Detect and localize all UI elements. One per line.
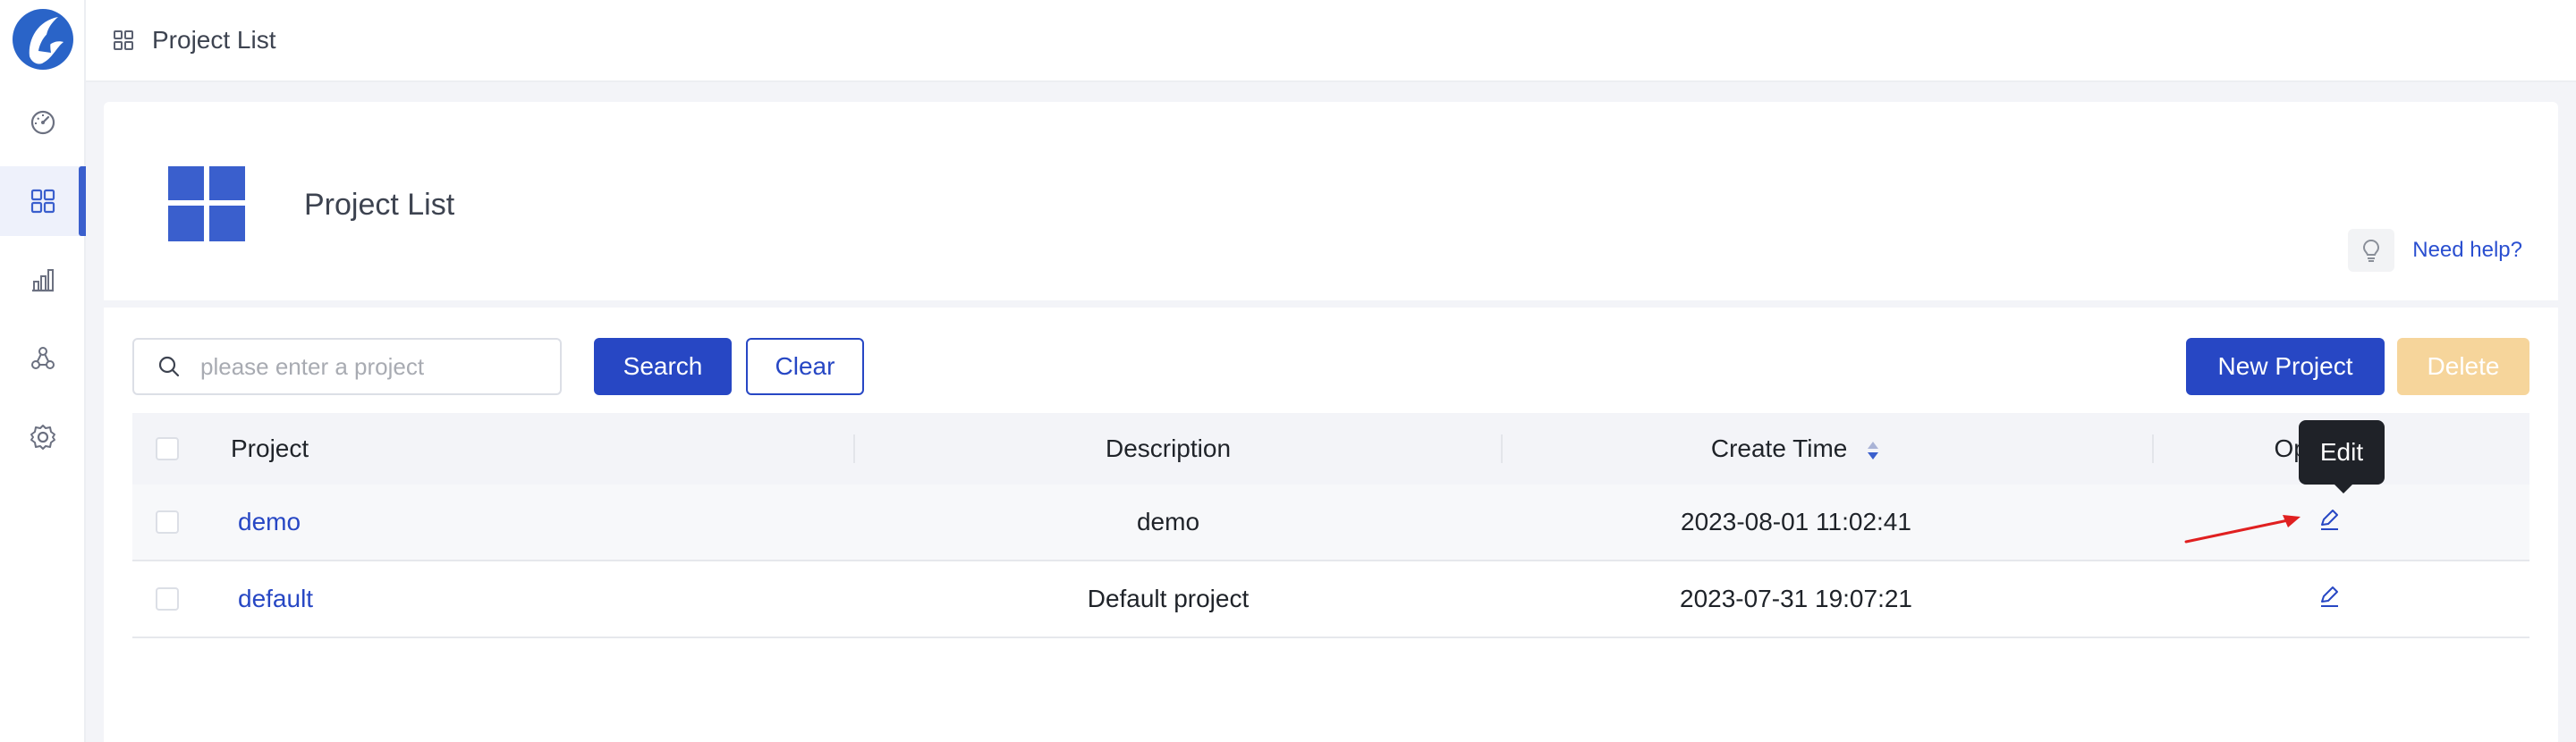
edit-icon <box>2321 586 2338 607</box>
column-header-create-time[interactable]: Create Time <box>1483 434 2109 463</box>
project-grid-icon <box>168 166 245 241</box>
clear-button[interactable]: Clear <box>746 338 864 395</box>
search-field[interactable] <box>132 338 562 395</box>
bar-chart-icon <box>32 269 54 292</box>
create-time-label: Create Time <box>1710 434 1848 462</box>
sidebar <box>0 0 86 742</box>
project-table: Project Description Create Time Operatio… <box>132 413 2529 638</box>
grid-icon <box>30 189 55 214</box>
page-header: Project List Need help? <box>104 102 2558 300</box>
project-create-time: 2023-08-01 11:02:41 <box>1681 508 1911 535</box>
project-description: demo <box>1136 508 1200 535</box>
need-help-link[interactable]: Need help? <box>2348 229 2522 272</box>
edit-tooltip: Edit <box>2299 420 2385 493</box>
sidebar-item-resources[interactable] <box>0 324 86 393</box>
topbar: Project List <box>86 0 2576 82</box>
edit-button[interactable] <box>2316 583 2343 610</box>
sort-icon[interactable] <box>1865 440 1881 461</box>
annotation-arrow-icon <box>2184 515 2301 544</box>
search-icon <box>158 356 180 377</box>
cluster-icon <box>31 347 55 369</box>
edit-icon <box>2321 509 2338 530</box>
row-operations <box>2132 583 2526 616</box>
sidebar-item-dashboard[interactable] <box>0 88 86 157</box>
sidebar-item-settings[interactable] <box>0 402 86 472</box>
project-description: Default project <box>1087 585 1250 612</box>
lightbulb-icon <box>2348 229 2395 272</box>
gear-icon <box>30 425 55 450</box>
row-checkbox[interactable] <box>156 510 179 534</box>
column-header-project: Project <box>231 434 309 462</box>
select-all-checkbox[interactable] <box>156 437 179 460</box>
delete-button[interactable]: Delete <box>2397 338 2529 395</box>
search-input[interactable] <box>200 352 540 381</box>
table-row[interactable]: demo demo 2023-08-01 11:02:41 <box>132 485 2529 561</box>
page-title: Project List <box>304 188 455 222</box>
sidebar-item-statistics[interactable] <box>0 245 86 315</box>
column-header-description: Description <box>1105 434 1232 462</box>
sidebar-item-projects[interactable] <box>0 166 86 236</box>
row-checkbox[interactable] <box>156 587 179 611</box>
table-row[interactable]: default Default project 2023-07-31 19:07… <box>132 561 2529 638</box>
table-header: Project Description Create Time Operatio… <box>132 413 2529 485</box>
new-project-button[interactable]: New Project <box>2186 338 2385 395</box>
breadcrumb-title: Project List <box>152 26 276 54</box>
project-name-link[interactable]: default <box>238 585 313 613</box>
need-help-text[interactable]: Need help? <box>2412 238 2522 263</box>
app-logo[interactable] <box>12 6 74 72</box>
project-name-link[interactable]: demo <box>238 508 301 536</box>
search-button[interactable]: Search <box>594 338 732 395</box>
edit-button[interactable] <box>2316 506 2343 533</box>
grid-icon <box>114 30 133 50</box>
project-create-time: 2023-07-31 19:07:21 <box>1680 585 1912 612</box>
dashboard-icon <box>30 110 55 135</box>
